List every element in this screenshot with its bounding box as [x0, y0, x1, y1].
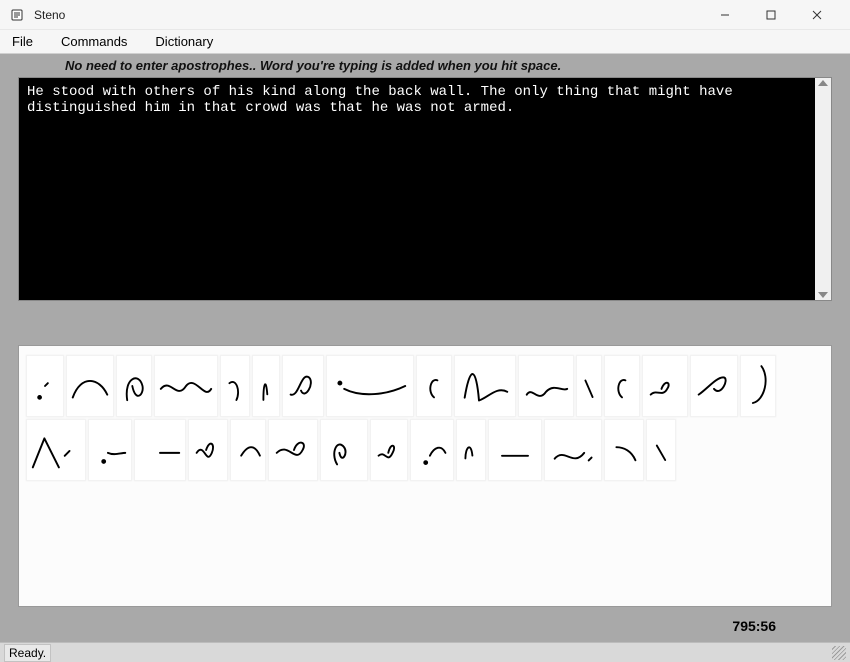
maximize-button[interactable] [748, 1, 794, 29]
steno-stroke-with [116, 355, 152, 417]
steno-stroke-his [252, 355, 280, 417]
counter-display: 795:56 [732, 618, 776, 634]
steno-stroke-of [220, 355, 250, 417]
steno-stroke-armed [604, 419, 644, 481]
steno-strokes-panel [18, 345, 832, 607]
steno-stroke-might [26, 419, 86, 481]
menu-dictionary[interactable]: Dictionary [149, 32, 219, 51]
scroll-up-icon[interactable] [818, 80, 828, 86]
steno-stroke-stood [66, 355, 114, 417]
steno-stroke-wall [518, 355, 574, 417]
content-area: No need to enter apostrophes.. Word you'… [0, 54, 850, 642]
steno-stroke-he2 [456, 419, 486, 481]
statusbar: Ready. [0, 642, 850, 662]
menu-file[interactable]: File [6, 32, 39, 51]
resize-grip-icon[interactable] [832, 646, 846, 660]
steno-stroke-crowd [320, 419, 368, 481]
steno-stroke-was2 [488, 419, 542, 481]
steno-stroke-the [416, 355, 452, 417]
window-title: Steno [34, 8, 65, 22]
steno-stroke-him [188, 419, 228, 481]
menu-commands[interactable]: Commands [55, 32, 133, 51]
transcription-editor[interactable] [19, 78, 815, 300]
steno-stroke-have [88, 419, 132, 481]
scroll-down-icon[interactable] [818, 292, 828, 298]
status-text: Ready. [4, 644, 51, 662]
titlebar[interactable]: Steno [0, 0, 850, 30]
editor-scrollbar[interactable] [815, 78, 831, 300]
steno-stroke-in [230, 419, 266, 481]
close-button[interactable] [794, 1, 840, 29]
editor-container [18, 77, 832, 301]
steno-stroke-not [544, 419, 602, 481]
steno-stroke-kind [282, 355, 324, 417]
hint-text: No need to enter apostrophes.. Word you'… [0, 54, 850, 77]
steno-stroke-was [370, 419, 408, 481]
steno-stroke-that2 [268, 419, 318, 481]
steno-stroke-the2 [604, 355, 640, 417]
steno-stroke-that3 [410, 419, 454, 481]
steno-stroke-others [154, 355, 218, 417]
steno-stroke-only [642, 355, 688, 417]
menubar: File Commands Dictionary [0, 30, 850, 54]
steno-stroke-that [740, 355, 776, 417]
steno-stroke-period2 [646, 419, 676, 481]
minimize-button[interactable] [702, 1, 748, 29]
steno-stroke-thing [690, 355, 738, 417]
steno-stroke-he [26, 355, 64, 417]
steno-stroke-distinguished [134, 419, 186, 481]
app-window: Steno File Commands Dictionary No need t… [0, 0, 850, 662]
app-icon [10, 7, 26, 23]
steno-stroke-back [454, 355, 516, 417]
steno-stroke-period1 [576, 355, 602, 417]
steno-stroke-along [326, 355, 414, 417]
